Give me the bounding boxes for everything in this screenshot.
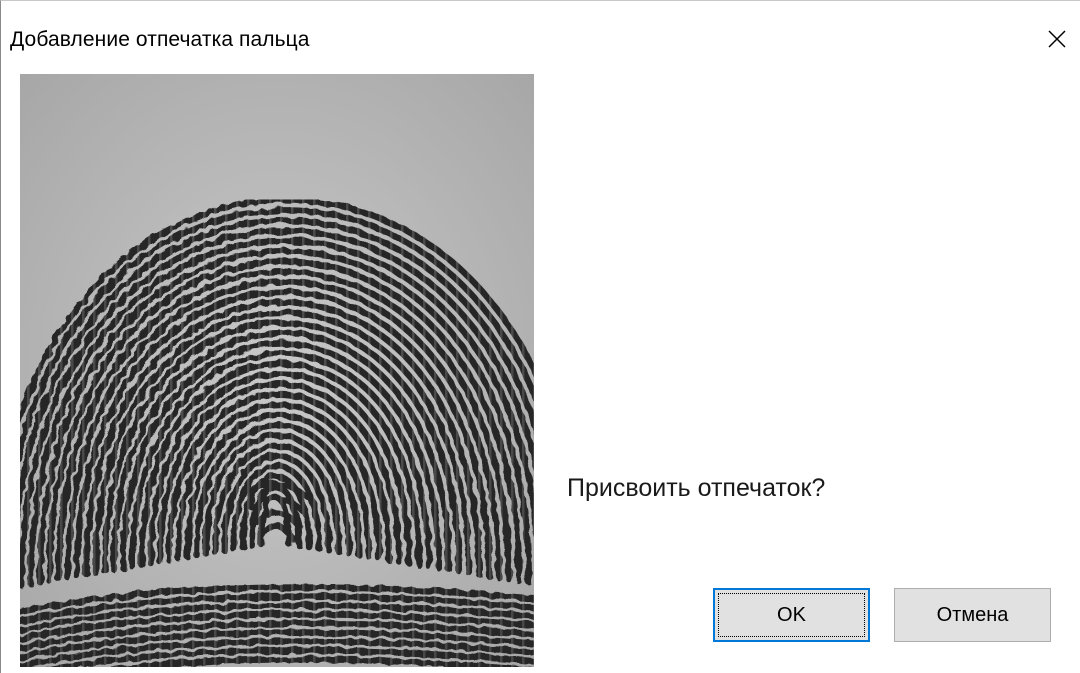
assign-fingerprint-prompt: Присвоить отпечаток? [567,474,826,502]
title-bar[interactable]: Добавление отпечатка пальца [1,1,1080,75]
close-button[interactable] [1034,9,1080,69]
cancel-button[interactable]: Отмена [894,588,1051,642]
fingerprint-scan-graphic [20,74,534,667]
cancel-button-label: Отмена [936,603,1009,626]
fingerprint-image [20,74,534,667]
ok-button-label: OK [777,603,806,626]
close-icon [1048,30,1066,48]
dialog-title: Добавление отпечатка пальца [10,28,310,51]
ok-button[interactable]: OK [713,588,870,642]
fingerprint-dialog: Добавление отпечатка пальца Присвоить от… [0,0,1080,673]
